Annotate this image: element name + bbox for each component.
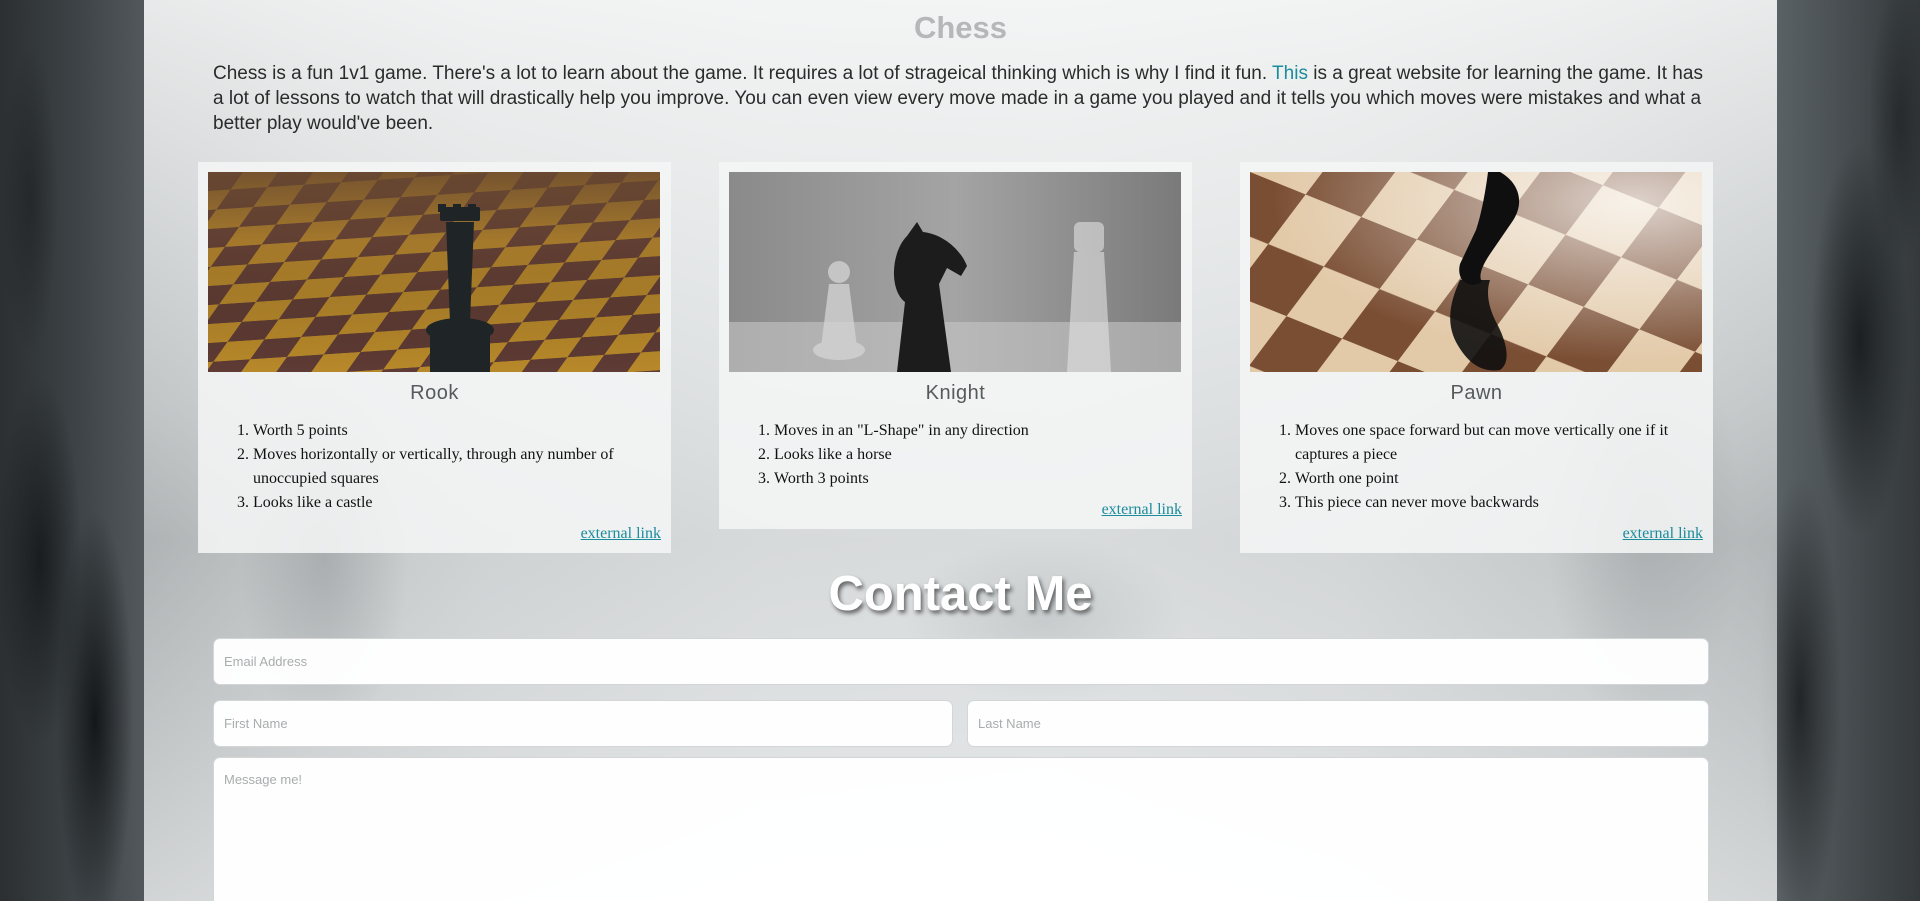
list-item: Worth 3 points xyxy=(774,467,1152,491)
external-link[interactable]: external link xyxy=(729,501,1182,519)
first-name-field[interactable] xyxy=(213,700,953,747)
pawn-list: Moves one space forward but can move ver… xyxy=(1250,419,1703,515)
rook-list: Worth 5 points Moves horizontally or ver… xyxy=(208,419,661,515)
external-link[interactable]: external link xyxy=(208,525,661,543)
knight-image xyxy=(729,172,1181,372)
list-item: Moves in an "L-Shape" in any direction xyxy=(774,419,1152,443)
card-rook: Rook Worth 5 points Moves horizontally o… xyxy=(198,162,671,553)
card-pawn: Pawn Moves one space forward but can mov… xyxy=(1240,162,1713,553)
list-item: Worth 5 points xyxy=(253,419,631,443)
knight-list: Moves in an "L-Shape" in any direction L… xyxy=(729,419,1182,491)
external-link[interactable]: external link xyxy=(1250,525,1703,543)
list-item: Looks like a horse xyxy=(774,443,1152,467)
card-title: Knight xyxy=(925,382,986,404)
page-title: Chess xyxy=(913,10,1008,45)
list-item: Looks like a castle xyxy=(253,491,631,515)
intro-link[interactable]: This xyxy=(1272,63,1308,84)
message-field[interactable] xyxy=(213,757,1709,901)
card-title: Rook xyxy=(410,382,459,404)
card-title: Pawn xyxy=(1450,382,1503,404)
card-knight: Knight Moves in an "L-Shape" in any dire… xyxy=(719,162,1192,529)
list-item: Moves horizontally or vertically, throug… xyxy=(253,443,631,491)
content-panel: Chess Chess is a fun 1v1 game. There's a… xyxy=(144,0,1777,901)
contact-title: Contact Me xyxy=(828,567,1093,621)
list-item: Worth one point xyxy=(1295,467,1673,491)
last-name-field[interactable] xyxy=(967,700,1709,747)
list-item: Moves one space forward but can move ver… xyxy=(1295,419,1673,467)
intro-paragraph: Chess is a fun 1v1 game. There's a lot t… xyxy=(213,61,1709,136)
email-field[interactable] xyxy=(213,638,1709,685)
rook-image xyxy=(208,172,660,372)
list-item: This piece can never move backwards xyxy=(1295,491,1673,515)
intro-text-start: Chess is a fun 1v1 game. There's a lot t… xyxy=(213,63,1273,84)
pawn-image xyxy=(1250,172,1702,372)
